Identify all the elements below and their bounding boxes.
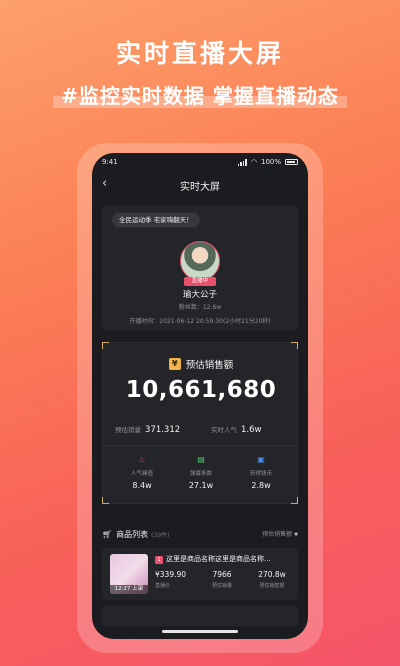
rank-badge-icon: 1 <box>155 556 163 564</box>
popularity-metric: 实时人气 1.6w <box>211 424 261 435</box>
corner-mark <box>291 497 298 504</box>
product-count: (39件) <box>151 531 170 539</box>
sales-value: 10,661,680 <box>125 377 277 403</box>
live-status-badge: 直播中 <box>184 277 216 286</box>
sales-card: ¥ 预估销售额 10,661,680 预估销量 371.312 实时人气 1.6w … <box>102 342 299 504</box>
volume-value: 7966 <box>212 570 232 579</box>
price-value: ¥339.90 <box>155 570 187 579</box>
home-indicator <box>162 630 238 633</box>
product-revenue: 270.8w 预估销售额 <box>250 570 294 589</box>
stat-value: 27.1w <box>188 481 214 490</box>
stat-danmaku-count: ▤ 弹幕条数 27.1w <box>171 455 231 490</box>
battery-percent: 100% <box>260 158 281 166</box>
product-list-title: 商品列表 <box>116 529 149 539</box>
nav-bar: ‹ 实时大屏 <box>92 175 308 195</box>
air-time: 开播时间：2021-06-12 20:59:30(2小时21分20秒) <box>129 318 271 325</box>
chat-icon: ▤ <box>197 455 205 464</box>
stat-value: 8.4w <box>132 481 152 490</box>
revenue-value: 270.8w <box>258 570 286 579</box>
product-thumbnail: 12:27 上架 <box>110 554 148 594</box>
revenue-label: 预估销售额 <box>259 583 285 589</box>
ticket-icon: ▣ <box>257 455 265 464</box>
product-row-next[interactable] <box>102 606 298 626</box>
page-title: 实时大屏 <box>180 182 220 193</box>
anchor-profile-card: 全民运动季 宅家嗨翻天！ 直播中 瑜大公子 粉丝数：12.6w 开播时间：202… <box>102 205 298 330</box>
sales-heading: ¥ 预估销售额 <box>103 357 299 371</box>
product-price: ¥339.90 直播价 <box>155 570 195 589</box>
fan-count: 粉丝数：12.6w <box>178 304 222 311</box>
status-time: 9:41 <box>102 158 118 166</box>
sort-label: 预估销售额 <box>262 531 293 538</box>
product-row[interactable]: 12:27 上架 1 这里是商品名称这里是商品名称... ¥339.90 直播价… <box>102 548 298 600</box>
avatar[interactable] <box>180 241 220 281</box>
est-volume-metric: 预估销量 371.312 <box>115 424 180 435</box>
corner-mark <box>102 497 109 504</box>
stat-label: 弹幕条数 <box>189 471 212 477</box>
divider <box>103 445 299 446</box>
stat-label: 获得钱币 <box>249 471 272 477</box>
product-name: 这里是商品名称这里是商品名称... <box>166 555 271 563</box>
promo-subline-text: #监控实时数据 掌握直播动态 <box>61 84 339 108</box>
promo-subline-wrap: #监控实时数据 掌握直播动态 <box>0 80 400 109</box>
triangle-down-icon: ▼ <box>294 532 298 538</box>
product-list-header: 🛒︎ 商品列表 (39件) 预估销售额 ▼ <box>102 527 298 541</box>
sales-label: 预估销售额 <box>185 360 234 371</box>
corner-mark <box>102 342 109 349</box>
cart-icon: 🛒︎ <box>102 529 113 539</box>
signal-icon <box>237 158 247 166</box>
popularity-label: 实时人气 <box>211 426 237 434</box>
yen-icon: ¥ <box>168 358 181 370</box>
flame-icon: ♨ <box>138 455 146 464</box>
phone-screen: 9:41 ◠ 100% ‹ 实时大屏 全民运动季 宅家嗨翻天！ 直播中 瑜大公子… <box>92 153 308 639</box>
stat-peak-popularity: ♨ 人气峰值 8.4w <box>112 455 172 490</box>
stat-coins: ▣ 获得钱币 2.8w <box>231 455 291 490</box>
corner-mark <box>291 342 298 349</box>
battery-icon <box>285 159 298 165</box>
volume-label: 预估销量 <box>211 583 232 589</box>
wifi-icon: ◠ <box>250 158 257 166</box>
stat-value: 2.8w <box>251 481 271 490</box>
popularity-value: 1.6w <box>241 425 262 435</box>
anchor-name: 瑜大公子 <box>182 290 217 300</box>
est-volume-value: 371.312 <box>145 425 181 435</box>
status-bar: 9:41 ◠ 100% <box>92 153 308 171</box>
promo-subline: #监控实时数据 掌握直播动态 <box>53 80 347 109</box>
price-label: 直播价 <box>155 583 171 589</box>
sort-dropdown[interactable]: 预估销售额 ▼ <box>262 529 298 538</box>
stat-label: 人气峰值 <box>130 471 153 477</box>
est-volume-label: 预估销量 <box>115 426 141 434</box>
listing-time: 12:27 上架 <box>110 585 148 594</box>
status-right: ◠ 100% <box>237 158 298 166</box>
promo-headline: 实时直播大屏 <box>115 39 284 68</box>
product-volume: 7966 预估销量 <box>202 570 242 589</box>
announcement-badge: 全民运动季 宅家嗨翻天！ <box>112 213 200 227</box>
